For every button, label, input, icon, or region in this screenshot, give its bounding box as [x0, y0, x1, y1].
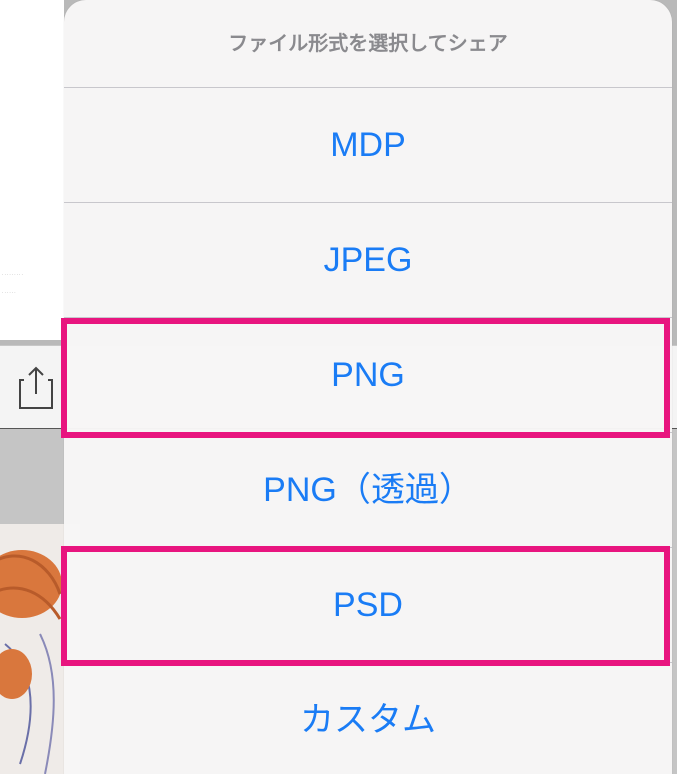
share-icon	[19, 366, 53, 409]
sheet-title: ファイル形式を選択してシェア	[64, 0, 672, 88]
option-mdp[interactable]: MDP	[64, 88, 672, 203]
screen: · · · · · · · · · · · · · · · ファイル形式を選択し…	[0, 0, 677, 774]
file-format-share-sheet: ファイル形式を選択してシェア MDP JPEG PNG PNG（透過） PSD …	[64, 0, 672, 774]
option-jpeg[interactable]: JPEG	[64, 203, 672, 318]
share-button[interactable]	[16, 364, 56, 412]
option-png-transparent[interactable]: PNG（透過）	[64, 433, 672, 548]
option-png[interactable]: PNG	[64, 318, 672, 433]
background-document-text: · · · · · · · · ·	[2, 272, 23, 277]
background-document-text: · · · · · ·	[2, 290, 16, 295]
option-custom[interactable]: カスタム	[64, 663, 672, 774]
option-psd[interactable]: PSD	[64, 548, 672, 663]
background-document-page: · · · · · · · · · · · · · · ·	[0, 0, 64, 340]
